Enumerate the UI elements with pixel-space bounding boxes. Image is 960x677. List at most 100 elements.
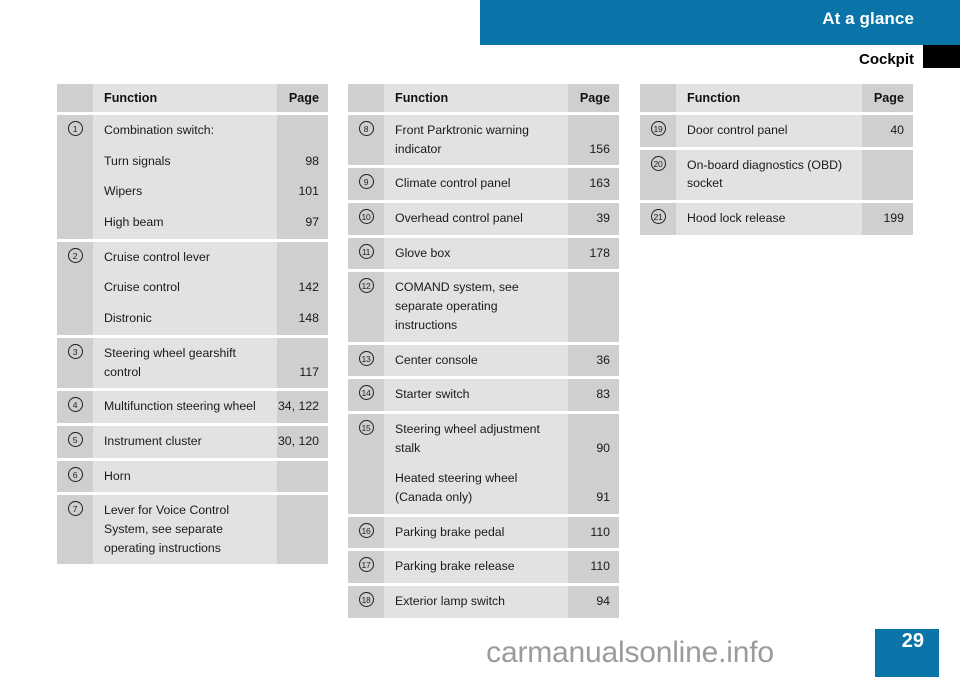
circled-number-icon: 11: [358, 243, 374, 259]
row-function-cell: Door control panel: [676, 115, 862, 147]
table-row: 4 Multifunction steering wheel 34, 122: [57, 391, 328, 423]
row-page-cell: 90 91: [568, 413, 619, 514]
circled-number-icon: 6: [67, 466, 83, 482]
circled-number-icon: 14: [358, 385, 374, 401]
header-cell-function: Function: [384, 84, 568, 112]
header-cell-function: Function: [676, 84, 862, 112]
table-row: 20 On-board diagnostics (OBD) socket: [640, 149, 913, 201]
page-reference: 94: [596, 594, 610, 608]
circled-number-icon: 21: [650, 209, 666, 225]
row-marker-cell: 14: [348, 379, 384, 411]
row-marker-cell: 18: [348, 586, 384, 618]
function-text: Front Parktronic warning indicator: [395, 123, 529, 156]
page-reference: [277, 467, 319, 486]
page-reference: 101: [298, 184, 319, 199]
page-title: At a glance: [822, 9, 914, 28]
page-reference: [277, 248, 319, 267]
row-function-cell: Parking brake pedal: [384, 516, 568, 549]
page-reference: 36: [596, 352, 610, 367]
function-text: Steering wheel adjustment stalk: [395, 421, 540, 455]
row-page-cell: 142 148: [277, 241, 328, 335]
function-text: Distronic: [104, 311, 152, 326]
function-text: Horn: [104, 468, 131, 483]
table-row: 1 Combination switch: Turn signals Wipers Hi…: [57, 115, 328, 239]
row-marker-cell: 19: [640, 115, 676, 147]
circled-number-icon: 10: [358, 209, 374, 225]
table-row: 21 Hood lock release 199: [640, 203, 913, 235]
row-page-cell: 110: [568, 551, 619, 583]
row-marker-cell: 9: [348, 168, 384, 201]
row-page-cell: 34, 122: [277, 391, 328, 423]
table-row: 7 Lever for Voice Control System, see sep…: [57, 495, 328, 565]
row-marker-cell: 17: [348, 551, 384, 583]
page-reference: [277, 121, 319, 140]
function-text: Starter switch: [395, 387, 470, 402]
row-function-cell: Exterior lamp switch: [384, 586, 568, 618]
page-reference: 178: [589, 245, 610, 260]
row-function-cell: Instrument cluster: [93, 425, 277, 458]
row-page-cell: [568, 272, 619, 342]
row-page-cell: 36: [568, 344, 619, 377]
row-page-cell: [277, 460, 328, 493]
circled-number-icon: 7: [67, 501, 83, 517]
table-row: 15 Steering wheel adjustment stalk Heated …: [348, 413, 619, 514]
page-number: 29: [901, 630, 924, 652]
table-header-row: Function Page: [640, 84, 913, 112]
function-text: Instrument cluster: [104, 433, 202, 448]
page-reference: 98: [305, 153, 319, 168]
page-reference: 30, 120: [277, 433, 319, 448]
row-function-cell: Hood lock release: [676, 203, 862, 235]
table-row: 14 Starter switch 83: [348, 379, 619, 411]
row-page-cell: 39: [568, 203, 619, 235]
function-text: Steering wheel gearshift control: [104, 345, 236, 379]
table-row: 6 Horn: [57, 460, 328, 493]
row-page-cell: 40: [862, 115, 913, 147]
function-text: High beam: [104, 215, 164, 230]
page-reference: [568, 278, 610, 334]
page-reference: 110: [590, 524, 610, 539]
row-function-cell: Parking brake release: [384, 551, 568, 583]
page-reference: 142: [298, 280, 319, 295]
legend-table-1: Function Page 1 Combination switch: Turn sig…: [57, 84, 328, 565]
row-marker-cell: 5: [57, 425, 93, 458]
circled-number-icon: 2: [67, 247, 83, 263]
row-marker-cell: 3: [57, 337, 93, 389]
row-marker-cell: 11: [348, 237, 384, 270]
function-text: On-board diagnostics (OBD) socket: [687, 157, 843, 191]
row-marker-cell: 16: [348, 516, 384, 549]
circled-number-icon: 4: [67, 397, 83, 413]
table-row: 18 Exterior lamp switch 94: [348, 586, 619, 618]
function-text: Exterior lamp switch: [395, 594, 506, 608]
table-row: 10 Overhead control panel 39: [348, 203, 619, 235]
row-marker-cell: 12: [348, 272, 384, 342]
row-function-cell: Lever for Voice Control System, see sepa…: [93, 495, 277, 565]
row-page-cell: 94: [568, 586, 619, 618]
row-marker-cell: 6: [57, 460, 93, 493]
circled-number-icon: 17: [358, 557, 374, 573]
row-page-cell: [862, 149, 913, 201]
header-cell-page: Page: [568, 84, 619, 112]
circled-number-icon: 18: [358, 592, 374, 607]
row-page-cell: 110: [568, 516, 619, 549]
row-function-cell: Front Parktronic warning indicator: [384, 115, 568, 166]
table-row: 8 Front Parktronic warning indicator 156: [348, 115, 619, 166]
row-function-cell: Glove box: [384, 237, 568, 270]
function-text: Multifunction steering wheel: [104, 399, 256, 414]
page-reference: 39: [596, 211, 610, 226]
circled-number-icon: 3: [67, 343, 83, 359]
page-reference: [277, 501, 319, 557]
function-text: Lever for Voice Control System, see sepa…: [104, 503, 230, 555]
function-text: Cruise control lever: [104, 249, 210, 264]
table-header-row: Function Page: [57, 84, 328, 112]
watermark: carmanualsonline.info: [486, 636, 774, 669]
function-text: Wipers: [104, 184, 143, 199]
circled-number-icon: 20: [650, 155, 666, 171]
function-text: Cruise control: [104, 280, 180, 295]
legend-table-2: Function Page 8 Front Parktronic warning in…: [348, 84, 619, 618]
header-cell-number: [640, 84, 676, 112]
function-text: Climate control panel: [395, 176, 511, 191]
row-function-cell: Horn: [93, 460, 277, 493]
row-function-cell: Combination switch: Turn signals Wipers Hig…: [93, 115, 277, 239]
circled-number-icon: 9: [358, 174, 374, 190]
row-page-cell: 98 101 97: [277, 115, 328, 239]
